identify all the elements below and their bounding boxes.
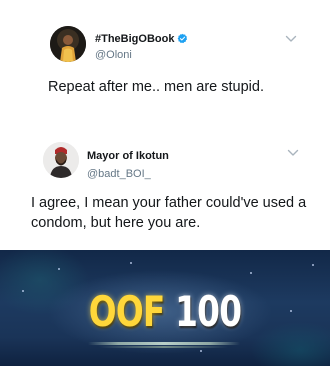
oof-score: 100: [175, 287, 242, 336]
star: [22, 290, 24, 292]
tweet-oloni[interactable]: #TheBigOBook @Oloni Repeat after me.. me…: [0, 0, 330, 120]
chevron-down-icon[interactable]: [285, 35, 297, 43]
star: [250, 272, 252, 274]
level-bar: [88, 342, 240, 345]
oof-banner: OOF 100: [0, 250, 330, 366]
star: [130, 262, 132, 264]
star: [200, 350, 202, 352]
verified-badge-icon: [178, 33, 188, 44]
chevron-down-icon[interactable]: [287, 149, 299, 157]
oof-caption: OOF 100: [36, 287, 293, 337]
oof-word: OOF: [88, 287, 166, 336]
avatar[interactable]: [43, 142, 79, 178]
handle[interactable]: @Oloni: [95, 49, 132, 61]
star: [58, 268, 60, 270]
display-name[interactable]: #TheBigOBook: [95, 33, 188, 45]
tweet-text: Repeat after me.. men are stupid.: [48, 79, 264, 95]
tweet-badt-boi[interactable]: Mayor of Ikotun @badt_BOI_ I agree, I me…: [0, 120, 330, 250]
handle[interactable]: @badt_BOI_: [87, 168, 151, 180]
tweet-text: I agree, I mean your father could've use…: [31, 195, 307, 231]
avatar[interactable]: [50, 26, 86, 62]
star: [312, 264, 314, 266]
display-name[interactable]: Mayor of Ikotun: [87, 150, 169, 162]
level-bar-edge: [100, 346, 228, 348]
